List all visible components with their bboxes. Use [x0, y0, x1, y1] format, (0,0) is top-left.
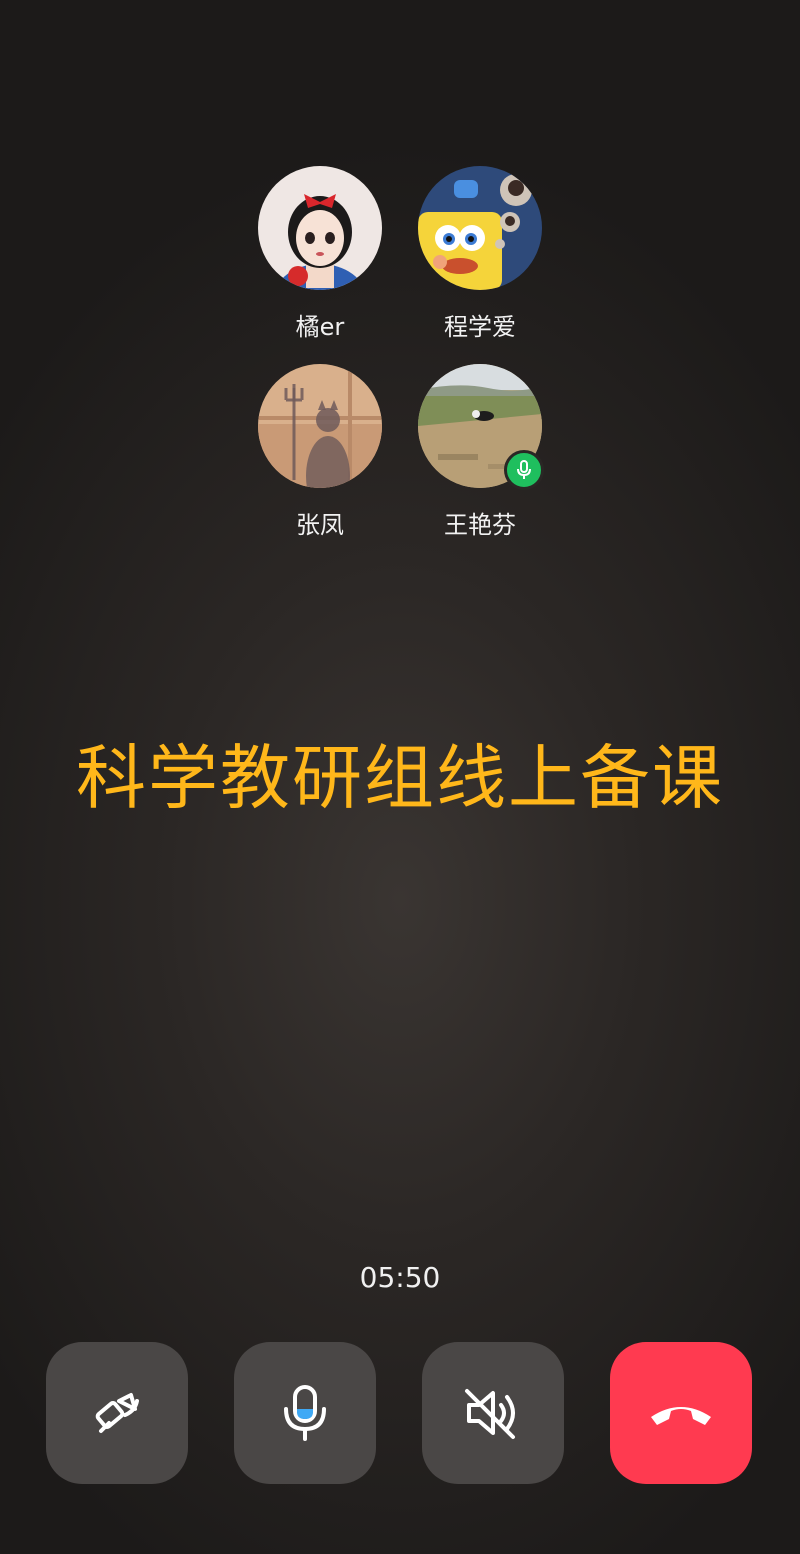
hang-up-icon	[651, 1407, 711, 1425]
camera-off-icon	[95, 1393, 139, 1433]
microphone-button[interactable]	[234, 1342, 376, 1484]
hang-up-button[interactable]	[610, 1342, 752, 1484]
microphone-icon	[284, 1385, 326, 1441]
call-controls	[0, 1342, 800, 1484]
participant-name: 张凤	[296, 511, 344, 539]
avatar[interactable]	[418, 166, 542, 290]
participant-name: 橘er	[295, 313, 345, 341]
speaker-muted-icon	[465, 1389, 515, 1439]
camera-toggle-button[interactable]	[46, 1342, 188, 1484]
princess-avatar-image	[258, 166, 382, 290]
speaking-indicator-icon	[504, 450, 544, 490]
participant-tile[interactable]: 张凤	[240, 364, 400, 540]
avatar[interactable]	[258, 166, 382, 290]
participants-grid: 橘er 程学爱 张凤 王艳芬	[0, 0, 800, 560]
shadow-silhouette-avatar-image	[258, 364, 382, 488]
call-timer: 05:50	[359, 1261, 441, 1294]
participant-name: 王艳芬	[444, 511, 516, 539]
participant-name: 程学爱	[444, 313, 516, 341]
avatar[interactable]	[258, 364, 382, 488]
participant-tile[interactable]: 王艳芬	[400, 364, 560, 540]
participant-tile[interactable]: 程学爱	[400, 166, 560, 342]
participant-tile[interactable]: 橘er	[240, 166, 400, 342]
speaker-toggle-button[interactable]	[422, 1342, 564, 1484]
meeting-title: 科学教研组线上备课	[76, 737, 724, 819]
sponge-cartoon-avatar-image	[418, 166, 542, 290]
